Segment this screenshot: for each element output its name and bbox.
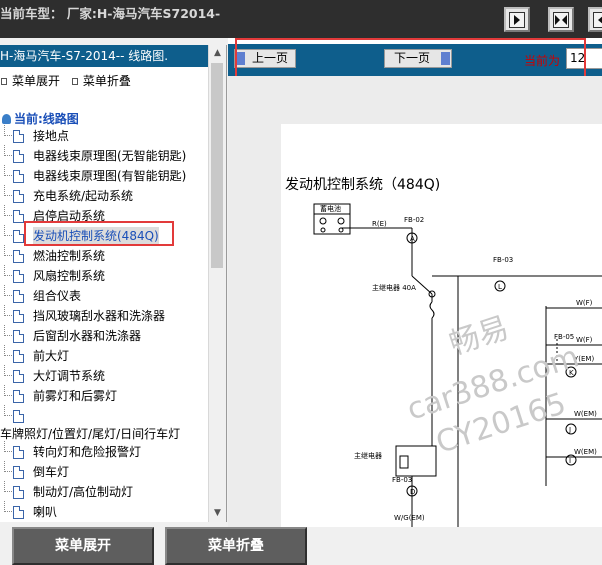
document-icon bbox=[13, 446, 24, 459]
document-icon bbox=[13, 150, 24, 163]
selection-highlight bbox=[24, 221, 174, 246]
fb03b-label: FB-03 bbox=[392, 476, 412, 484]
wg-label: W/G(EM) bbox=[394, 514, 425, 522]
expand-right-button[interactable] bbox=[588, 7, 602, 32]
document-icon bbox=[13, 330, 24, 343]
document-icon bbox=[13, 506, 24, 519]
wf1-label: W(F) bbox=[576, 299, 593, 307]
window-title: 当前车型： 厂家:H-海马汽车S72014- bbox=[0, 6, 221, 21]
document-icon bbox=[13, 290, 24, 303]
document-icon bbox=[13, 230, 24, 243]
re-label: R(E) bbox=[372, 220, 387, 228]
l-label: L bbox=[498, 283, 502, 291]
document-icon bbox=[13, 270, 24, 283]
document-icon bbox=[13, 370, 24, 383]
root-icon bbox=[2, 114, 11, 124]
menu-expand-link[interactable]: 菜单展开 bbox=[12, 74, 60, 88]
menu-collapse-link[interactable]: 菜单折叠 bbox=[83, 74, 131, 88]
menu-panel: H-海马汽车-S7-2014-- 线路图. 菜单展开 菜单折叠 当前:线路图 接… bbox=[0, 45, 227, 522]
d-label: D bbox=[410, 488, 415, 496]
document-icon bbox=[13, 466, 24, 479]
scroll-down-icon[interactable]: ▼ bbox=[209, 505, 226, 522]
bottom-collapse-button[interactable]: 菜单折叠 bbox=[165, 527, 307, 565]
battery-label: 蓄电池 bbox=[320, 204, 341, 213]
square-icon bbox=[1, 78, 7, 85]
document-icon bbox=[13, 250, 24, 263]
expand-left-button[interactable] bbox=[504, 7, 530, 32]
a-label: A bbox=[410, 235, 415, 243]
square-icon bbox=[71, 78, 78, 85]
menu-scrollbar[interactable]: ▲ ▼ bbox=[208, 45, 226, 522]
document-icon bbox=[13, 310, 24, 323]
bottom-expand-button[interactable]: 菜单展开 bbox=[12, 527, 154, 565]
document-icon bbox=[13, 170, 24, 183]
i-label: I bbox=[569, 457, 571, 465]
scroll-up-icon[interactable]: ▲ bbox=[209, 45, 226, 62]
j-label: J bbox=[568, 426, 571, 434]
fb03a-label: FB-03 bbox=[493, 256, 513, 264]
document-icon bbox=[13, 130, 24, 143]
fb02-label: FB-02 bbox=[404, 216, 424, 224]
wem2-label: W(EM) bbox=[574, 448, 597, 456]
arrow-right-icon bbox=[509, 12, 525, 28]
split-arrows-icon bbox=[553, 12, 569, 28]
document-icon bbox=[13, 210, 24, 223]
scroll-thumb[interactable] bbox=[211, 63, 223, 268]
menu-header: H-海马汽车-S7-2014-- 线路图. bbox=[0, 45, 208, 67]
document-area[interactable]: 发动机控制系统（484Q) 蓄电池 R(E) FB-02 A FB-03 L 主… bbox=[228, 76, 602, 527]
arrow-left-icon bbox=[593, 12, 602, 28]
document-icon bbox=[13, 350, 24, 363]
main-relay-label: 主继电器 bbox=[354, 451, 382, 460]
document-icon bbox=[13, 410, 24, 423]
wiring-diagram: 蓄电池 R(E) FB-02 A FB-03 L 主继电器 40A 主继电器 F… bbox=[313, 203, 602, 527]
viewer-panel: 上一页 下一页 当前为 12 发动机控制系统（484Q) 蓄电池 R(E) FB… bbox=[228, 38, 602, 527]
main-fuse-label: 主继电器 40A bbox=[372, 283, 416, 292]
document-icon bbox=[13, 190, 24, 203]
wem1-label: W(EM) bbox=[574, 410, 597, 418]
document-icon bbox=[13, 390, 24, 403]
tree-root[interactable]: 当前:线路图 bbox=[2, 110, 79, 127]
menu-controls: 菜单展开 菜单折叠 bbox=[0, 72, 131, 88]
split-view-button[interactable] bbox=[548, 7, 574, 32]
tree-root-label: 当前:线路图 bbox=[14, 112, 79, 126]
title-bar: 当前车型： 厂家:H-海马汽车S72014- bbox=[0, 0, 602, 38]
wf2-label: W(F) bbox=[576, 336, 593, 344]
document-icon bbox=[13, 486, 24, 499]
